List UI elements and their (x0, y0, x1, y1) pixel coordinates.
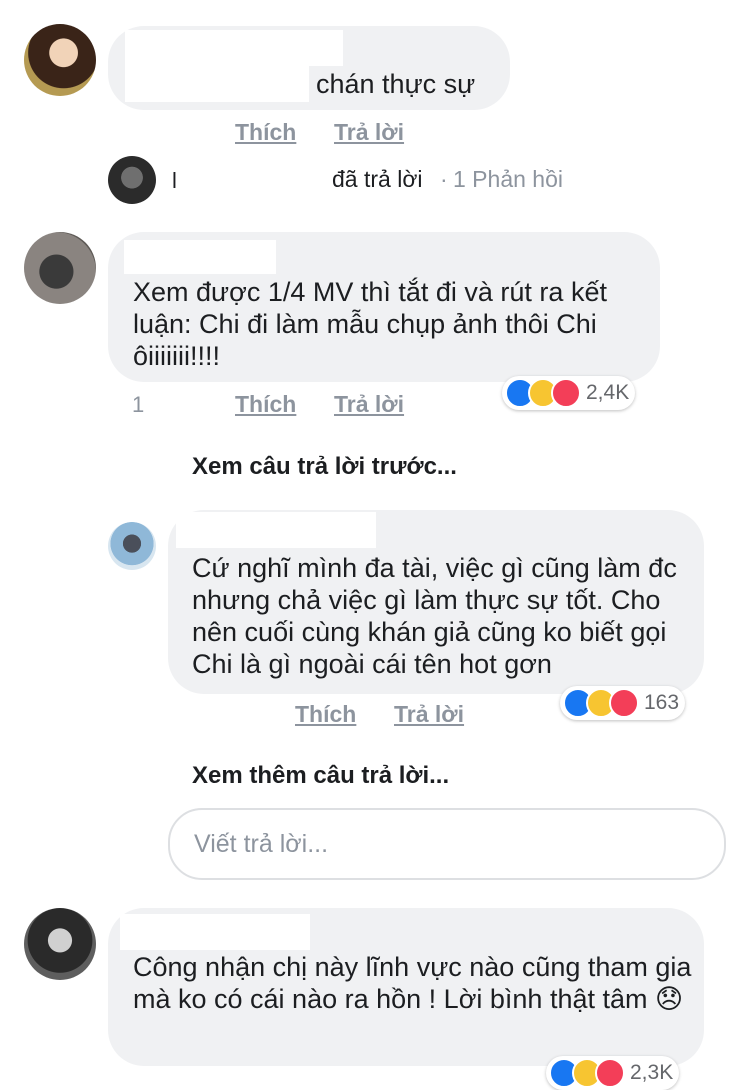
disappointed-emoji: 😞 (655, 984, 684, 1014)
reaction-summary[interactable]: 2,4K (502, 376, 636, 410)
reply-author-initial[interactable]: l (172, 168, 177, 194)
timestamp-fragment: 1 (132, 392, 145, 417)
reply-summary-text[interactable]: đã trả lời (332, 166, 423, 193)
redacted-author-name (125, 30, 343, 66)
view-more-replies-link[interactable]: Xem thêm câu trả lời... (192, 762, 449, 790)
avatar[interactable] (108, 156, 156, 204)
love-reaction-icon (595, 1058, 625, 1088)
redacted-author-name (124, 240, 276, 274)
reply-input-container (168, 808, 726, 880)
reply-input[interactable] (170, 810, 724, 878)
reply-button[interactable]: Trả lời (334, 391, 404, 418)
view-previous-replies-link[interactable]: Xem câu trả lời trước... (192, 453, 457, 481)
avatar[interactable] (24, 908, 96, 980)
love-reaction-icon (551, 378, 581, 408)
reaction-summary[interactable]: 163 (560, 686, 686, 720)
comment-text: Xem được 1/4 MV thì tắt đi và rút ra kết… (133, 277, 607, 371)
reply-button[interactable]: Trả lời (394, 701, 464, 728)
like-button[interactable]: Thích (235, 119, 296, 146)
comment-text: chán thực sự (316, 69, 476, 99)
reply-button[interactable]: Trả lời (334, 119, 404, 146)
redacted-author-name (176, 512, 376, 548)
reaction-count: 163 (644, 691, 680, 714)
reaction-count: 2,3K (630, 1061, 674, 1084)
redacted-text (125, 66, 309, 102)
like-button[interactable]: Thích (295, 701, 356, 728)
comment-text: Công nhận chị này lĩnh vực nào cũng tham… (133, 952, 692, 1014)
reply-count-link[interactable]: 1 Phản hồi (453, 166, 563, 193)
like-button[interactable]: Thích (235, 391, 296, 418)
love-reaction-icon (609, 688, 639, 718)
comment-text: Cứ nghĩ mình đa tài, việc gì cũng làm đc… (192, 553, 677, 679)
reaction-count: 2,4K (586, 381, 630, 404)
avatar[interactable] (24, 232, 96, 304)
avatar[interactable] (24, 24, 96, 96)
reply-summary-separator: · (440, 166, 448, 192)
reaction-summary[interactable]: 2,3K (546, 1056, 680, 1090)
redacted-author-name (120, 914, 310, 950)
avatar[interactable] (108, 522, 156, 570)
